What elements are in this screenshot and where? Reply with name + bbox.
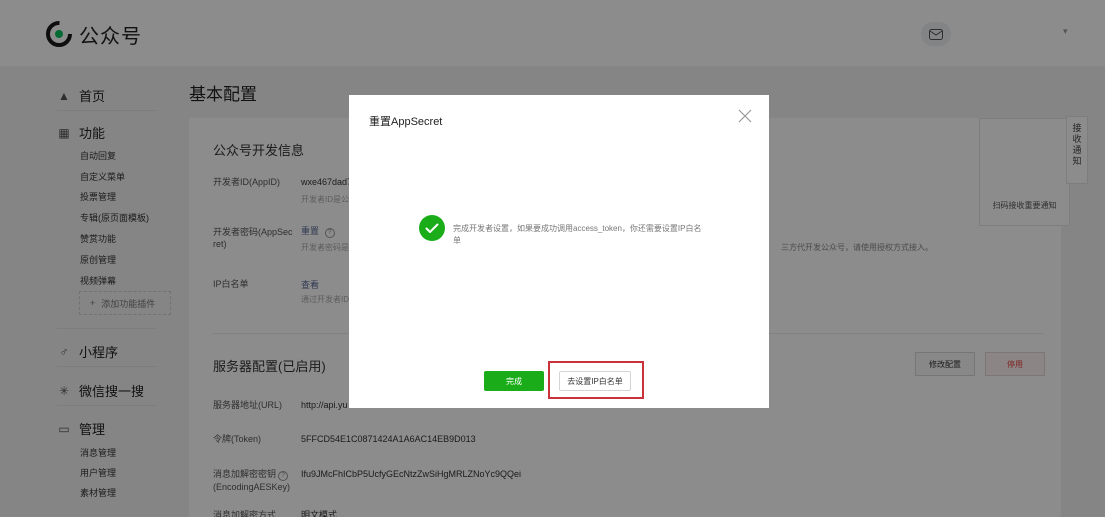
reset-secret-dialog: 重置AppSecret 完成开发者设置，如果要成功调用access_token，… [349,95,769,408]
dialog-message: 完成开发者设置，如果要成功调用access_token，你还需要设置IP白名单 [453,224,702,245]
success-check-icon [419,215,445,241]
close-icon[interactable] [738,109,752,123]
dialog-title: 重置AppSecret [369,116,443,128]
highlight-box [548,361,644,399]
done-button[interactable]: 完成 [484,371,544,391]
